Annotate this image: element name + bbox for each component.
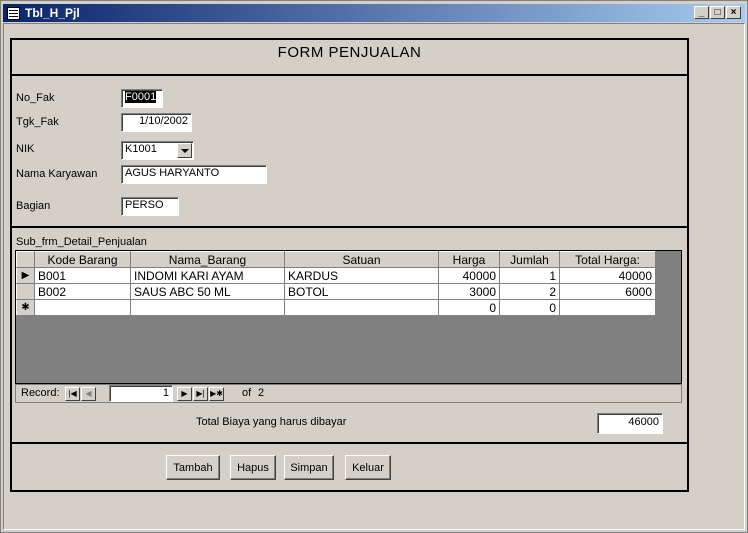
new-record-nav-icon[interactable]: ▶✱ xyxy=(209,387,224,401)
new-record-row[interactable]: ✱ 0 0 xyxy=(16,299,656,316)
cell-total[interactable] xyxy=(559,299,656,316)
table-header-row: Kode Barang Nama_Barang Satuan Harga Jum… xyxy=(16,251,656,268)
keluar-button[interactable]: Keluar xyxy=(345,455,391,480)
form-icon xyxy=(7,7,20,20)
cell-satuan[interactable]: BOTOL xyxy=(284,283,439,300)
cell-jumlah[interactable]: 0 xyxy=(499,299,560,316)
cell-harga[interactable]: 0 xyxy=(438,299,500,316)
cell-satuan[interactable] xyxy=(284,299,439,316)
maximize-button[interactable]: □ xyxy=(710,6,725,19)
subform-datasheet: Kode Barang Nama_Barang Satuan Harga Jum… xyxy=(15,250,682,384)
nik-label: NIK xyxy=(16,143,35,155)
record-selector-current-icon[interactable]: ▶ xyxy=(16,267,35,284)
table-row[interactable]: B002 SAUS ABC 50 ML BOTOL 3000 2 6000 xyxy=(16,283,656,300)
cell-total[interactable]: 6000 xyxy=(559,283,656,300)
column-header-total[interactable]: Total Harga: xyxy=(559,251,656,268)
cell-satuan[interactable]: KARDUS xyxy=(284,267,439,284)
record-selector[interactable] xyxy=(16,283,35,300)
close-button[interactable]: × xyxy=(726,6,741,19)
total-field[interactable]: 46000 xyxy=(597,413,663,434)
cell-harga[interactable]: 40000 xyxy=(438,267,500,284)
application-window: Tbl_H_Pjl _ □ × FORM PENJUALAN No_Fak F0… xyxy=(0,0,748,533)
subform-label: Sub_frm_Detail_Penjualan xyxy=(16,236,147,248)
total-label: Total Biaya yang harus dibayar xyxy=(196,416,347,428)
record-number-field[interactable]: 1 xyxy=(109,385,173,402)
cell-harga[interactable]: 3000 xyxy=(438,283,500,300)
tambah-button[interactable]: Tambah xyxy=(166,455,220,480)
column-header-harga[interactable]: Harga xyxy=(438,251,500,268)
hapus-button[interactable]: Hapus xyxy=(230,455,276,480)
no-fak-label: No_Fak xyxy=(16,92,55,104)
cell-kode[interactable] xyxy=(34,299,131,316)
cell-kode[interactable]: B002 xyxy=(34,283,131,300)
nik-combo[interactable]: K1001 xyxy=(121,141,194,160)
cell-kode[interactable]: B001 xyxy=(34,267,131,284)
minimize-button[interactable]: _ xyxy=(694,6,709,19)
last-record-icon[interactable]: ▶| xyxy=(193,387,208,401)
table-row[interactable]: ▶ B001 INDOMI KARI AYAM KARDUS 40000 1 4… xyxy=(16,267,656,284)
form-detail xyxy=(10,74,689,228)
simpan-button[interactable]: Simpan xyxy=(284,455,334,480)
cell-nama[interactable] xyxy=(130,299,285,316)
next-record-icon[interactable]: ▶ xyxy=(177,387,192,401)
tgl-fak-field[interactable]: 1/10/2002 xyxy=(121,113,192,132)
new-record-icon[interactable]: ✱ xyxy=(16,299,35,316)
cell-jumlah[interactable]: 1 xyxy=(499,267,560,284)
title-bar[interactable]: Tbl_H_Pjl _ □ × xyxy=(3,4,745,22)
cell-total[interactable]: 40000 xyxy=(559,267,656,284)
of-label: of xyxy=(242,387,252,399)
nama-karyawan-field[interactable]: AGUS HARYANTO xyxy=(121,165,267,184)
window-title: Tbl_H_Pjl xyxy=(25,6,80,20)
selector-header[interactable] xyxy=(16,251,35,268)
cell-nama[interactable]: INDOMI KARI AYAM xyxy=(130,267,285,284)
nama-karyawan-label: Nama Karyawan xyxy=(16,168,98,180)
previous-record-icon[interactable]: ◀ xyxy=(81,387,96,401)
detail-table: Kode Barang Nama_Barang Satuan Harga Jum… xyxy=(16,251,656,316)
bagian-label: Bagian xyxy=(16,200,51,212)
first-record-icon[interactable]: |◀ xyxy=(65,387,80,401)
column-header-nama[interactable]: Nama_Barang xyxy=(130,251,285,268)
cell-nama[interactable]: SAUS ABC 50 ML xyxy=(130,283,285,300)
record-navigation-bar: Record: |◀ ◀ 1 ▶ ▶| ▶✱ of 2 xyxy=(15,384,682,403)
form-header: FORM PENJUALAN xyxy=(10,38,689,76)
form-title: FORM PENJUALAN xyxy=(277,44,422,61)
bagian-field[interactable]: PERSO xyxy=(121,197,179,216)
record-label: Record: xyxy=(21,387,60,399)
no-fak-value: F0001 xyxy=(125,91,157,103)
no-fak-field[interactable]: F0001 xyxy=(121,89,163,108)
column-header-jumlah[interactable]: Jumlah xyxy=(499,251,560,268)
cell-jumlah[interactable]: 2 xyxy=(499,283,560,300)
nik-value: K1001 xyxy=(125,143,157,155)
tgl-fak-label: Tgk_Fak xyxy=(16,116,59,128)
column-header-kode[interactable]: Kode Barang xyxy=(34,251,131,268)
chevron-down-icon[interactable] xyxy=(177,143,192,158)
record-count: 2 xyxy=(258,387,265,399)
column-header-satuan[interactable]: Satuan xyxy=(284,251,439,268)
